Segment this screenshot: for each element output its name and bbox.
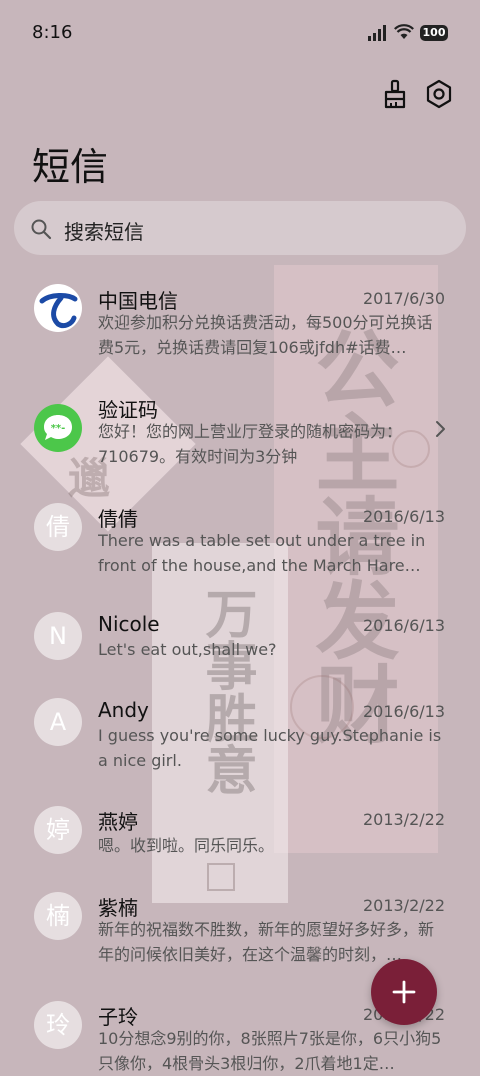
conversation-date: 2016/6/13: [362, 616, 445, 635]
avatar: 玲: [34, 1001, 82, 1049]
avatar: 倩: [34, 503, 82, 551]
conversation-date: 2016/6/13: [362, 702, 445, 721]
verification-code-avatar-icon: **-: [34, 404, 82, 452]
conversation-date: 2017/6/30: [362, 289, 445, 308]
conversation-sender: 燕婷: [98, 810, 138, 834]
telecom-logo-avatar: [34, 284, 82, 332]
conversation-date: 2013/2/22: [362, 896, 445, 915]
conversation-preview: 您好！您的网上营业厅登录的随机密码为：710679。有效时间为3分钟: [98, 422, 403, 466]
conversation-item[interactable]: N Nicole 2016/6/13 Let's eat out,shall w…: [0, 612, 480, 672]
avatar: N: [34, 612, 82, 660]
conversation-preview: 10分想念9别的你，8张照片7张是你，6只小狗5只像你，4根骨头3根归你，2爪着…: [98, 1029, 442, 1073]
plus-icon: [392, 980, 416, 1004]
conversation-preview: Let's eat out,shall we?: [98, 640, 277, 659]
avatar: A: [34, 698, 82, 746]
conversation-preview: There was a table set out under a tree i…: [98, 531, 426, 575]
battery-icon: 100: [420, 25, 448, 41]
conversation-item[interactable]: **- 验证码 您好！您的网上营业厅登录的随机密码为：710679。有效时间为3…: [0, 393, 480, 473]
decor-seal: [207, 863, 235, 891]
status-time: 8:16: [32, 22, 73, 43]
conversation-item[interactable]: 中国电信 2017/6/30 欢迎参加积分兑换话费活动，每500分可兑换话费5元…: [0, 283, 480, 371]
wifi-icon: [394, 24, 414, 39]
gear-icon[interactable]: [423, 78, 455, 110]
conversation-date: 2013/2/22: [362, 810, 445, 829]
avatar: 楠: [34, 892, 82, 940]
svg-text:**-: **-: [51, 423, 66, 434]
search-input[interactable]: 搜索短信: [64, 216, 144, 245]
new-message-button[interactable]: [371, 959, 437, 1025]
conversation-date: 2016/6/13: [362, 507, 445, 526]
conversation-item[interactable]: 婷 燕婷 2013/2/22 嗯。收到啦。同乐同乐。: [0, 806, 480, 866]
search-icon: [31, 219, 52, 240]
conversation-item[interactable]: 倩 倩倩 2016/6/13 There was a table set out…: [0, 503, 480, 583]
conversation-preview: 新年的祝福数不胜数，新年的愿望好多好多，新年的问候依旧美好，在这个温馨的时刻，…: [98, 920, 435, 964]
conversation-preview: 嗯。收到啦。同乐同乐。: [98, 836, 275, 855]
conversation-item[interactable]: A Andy 2016/6/13 I guess you're some luc…: [0, 698, 480, 778]
conversation-sender: Andy: [98, 698, 149, 722]
status-bar: 8:16 100: [0, 0, 480, 66]
broom-icon[interactable]: [379, 78, 411, 110]
conversation-preview: 欢迎参加积分兑换话费活动，每500分可兑换话费5元，兑换话费请回复106或jfd…: [98, 313, 433, 357]
page-title: 短信: [32, 145, 109, 189]
chevron-right-icon[interactable]: [434, 420, 446, 438]
conversation-sender: Nicole: [98, 612, 160, 636]
signal-icon: [368, 25, 386, 41]
avatar: 婷: [34, 806, 82, 854]
conversation-preview: I guess you're some lucky guy.Stephanie …: [98, 726, 442, 770]
